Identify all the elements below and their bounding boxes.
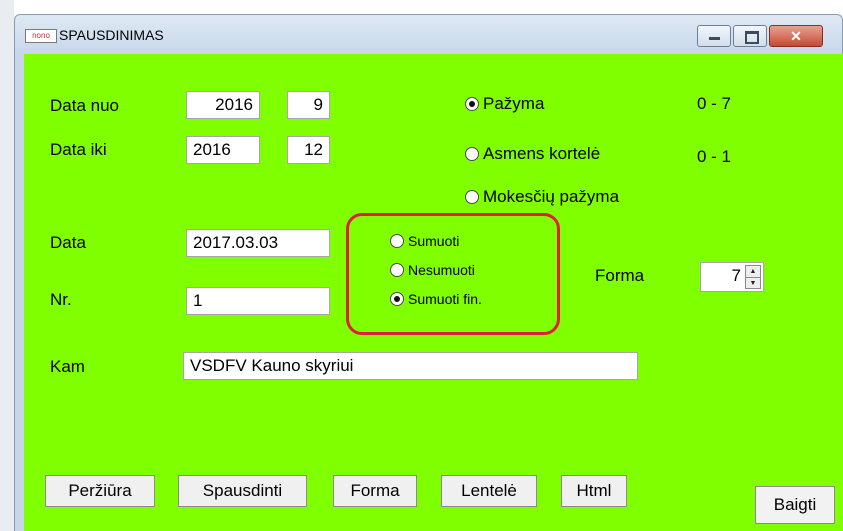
date-from-month-field[interactable]: 9 — [287, 91, 330, 119]
radio-sumuoti[interactable]: Sumuoti — [390, 233, 459, 249]
close-icon: ✕ — [790, 28, 802, 44]
radio-dot-sumuoti-fin — [390, 292, 404, 306]
window-frame-left — [14, 54, 24, 531]
spin-up-icon[interactable]: ▲ — [746, 266, 760, 277]
radio-label-sumuoti-fin: Sumuoti fin. — [408, 291, 482, 307]
nr-label: Nr. — [50, 290, 72, 309]
date-field[interactable]: 2017.03.03 — [186, 229, 330, 257]
radio-label-nesumuoti: Nesumuoti — [408, 262, 475, 278]
date-to-year-field[interactable]: 2016 — [186, 136, 260, 164]
radio-nesumuoti[interactable]: Nesumuoti — [390, 262, 475, 278]
spinner-arrows[interactable]: ▲ ▼ — [745, 265, 761, 289]
date-from-label: Data nuo — [50, 96, 119, 115]
maximize-icon — [745, 31, 759, 44]
radio-dot-pazyma — [465, 97, 479, 111]
radio-dot-asmens-kortele — [465, 147, 479, 161]
range-pazyma: 0 - 7 — [697, 94, 732, 113]
date-label: Data — [50, 233, 86, 252]
range-asmens-kortele: 0 - 1 — [697, 147, 732, 166]
forma-value: 7 — [731, 266, 741, 285]
finish-button[interactable]: Baigti — [755, 486, 835, 524]
radio-label-mokesciu-pazyma: Mokesčių pažyma — [483, 187, 620, 206]
background-strip — [0, 0, 14, 531]
print-button[interactable]: Spausdinti — [178, 475, 307, 507]
radio-dot-nesumuoti — [390, 263, 404, 277]
html-button[interactable]: Html — [561, 475, 627, 507]
close-button[interactable]: ✕ — [769, 25, 823, 47]
date-to-month-field[interactable]: 12 — [287, 136, 330, 164]
radio-label-pazyma: Pažyma — [483, 94, 545, 113]
radio-sumuoti-fin[interactable]: Sumuoti fin. — [390, 291, 482, 307]
radio-mokesciu-pazyma[interactable]: Mokesčių pažyma — [465, 187, 619, 207]
window-title: SPAUSDINIMAS — [59, 27, 164, 43]
table-button[interactable]: Lentelė — [441, 475, 537, 507]
title-bar[interactable]: nono SPAUSDINIMAS ✕ — [14, 14, 843, 54]
radio-label-asmens-kortele: Asmens kortelė — [483, 144, 601, 163]
spin-down-icon[interactable]: ▼ — [746, 277, 760, 289]
radio-asmens-kortele[interactable]: Asmens kortelė — [465, 144, 600, 164]
date-to-label: Data iki — [50, 140, 107, 159]
kam-field[interactable]: VSDFV Kauno skyriui — [183, 352, 638, 380]
forma-label: Forma — [595, 266, 645, 285]
form-button[interactable]: Forma — [333, 475, 417, 507]
minimize-icon — [709, 37, 720, 40]
radio-dot-mokesciu-pazyma — [465, 190, 479, 204]
radio-pazyma[interactable]: Pažyma — [465, 94, 544, 114]
radio-label-sumuoti: Sumuoti — [408, 233, 460, 249]
date-from-year-field[interactable]: 2016 — [186, 91, 260, 119]
app-icon: nono — [25, 29, 57, 43]
preview-button[interactable]: Peržiūra — [45, 475, 155, 507]
print-dialog-window: nono SPAUSDINIMAS ✕ Data nuo 2016 9 Data… — [0, 0, 843, 531]
minimize-button[interactable] — [697, 25, 731, 47]
kam-label: Kam — [50, 357, 85, 376]
maximize-button[interactable] — [733, 25, 767, 47]
forma-spinner[interactable]: 7 ▲ ▼ — [700, 262, 764, 292]
nr-field[interactable]: 1 — [186, 287, 330, 315]
radio-dot-sumuoti — [390, 234, 404, 248]
